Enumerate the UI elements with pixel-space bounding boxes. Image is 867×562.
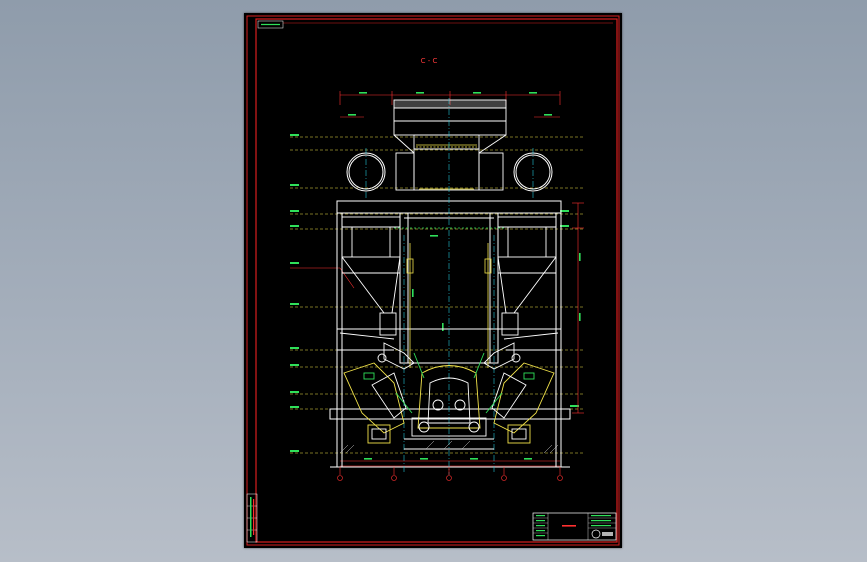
section-label: C - C [421, 57, 438, 65]
grid-axes [337, 467, 563, 481]
top-bin-detail [416, 144, 477, 190]
drawing-number-box [257, 20, 284, 29]
left-cyclone [341, 216, 401, 336]
outer-frame [246, 15, 620, 546]
center-lines [365, 98, 534, 475]
company-logo-icon [591, 529, 601, 539]
drawing-sheet: C - C [244, 13, 622, 548]
inner-frame [255, 18, 618, 543]
cad-drawing: C - C [246, 15, 620, 546]
dimension-text [348, 92, 581, 460]
level-markers [290, 134, 579, 452]
title-block [532, 512, 617, 541]
main-frame [329, 200, 571, 468]
level-lines [290, 136, 584, 454]
right-cyclone [497, 216, 557, 336]
chamber-detail [394, 227, 506, 368]
